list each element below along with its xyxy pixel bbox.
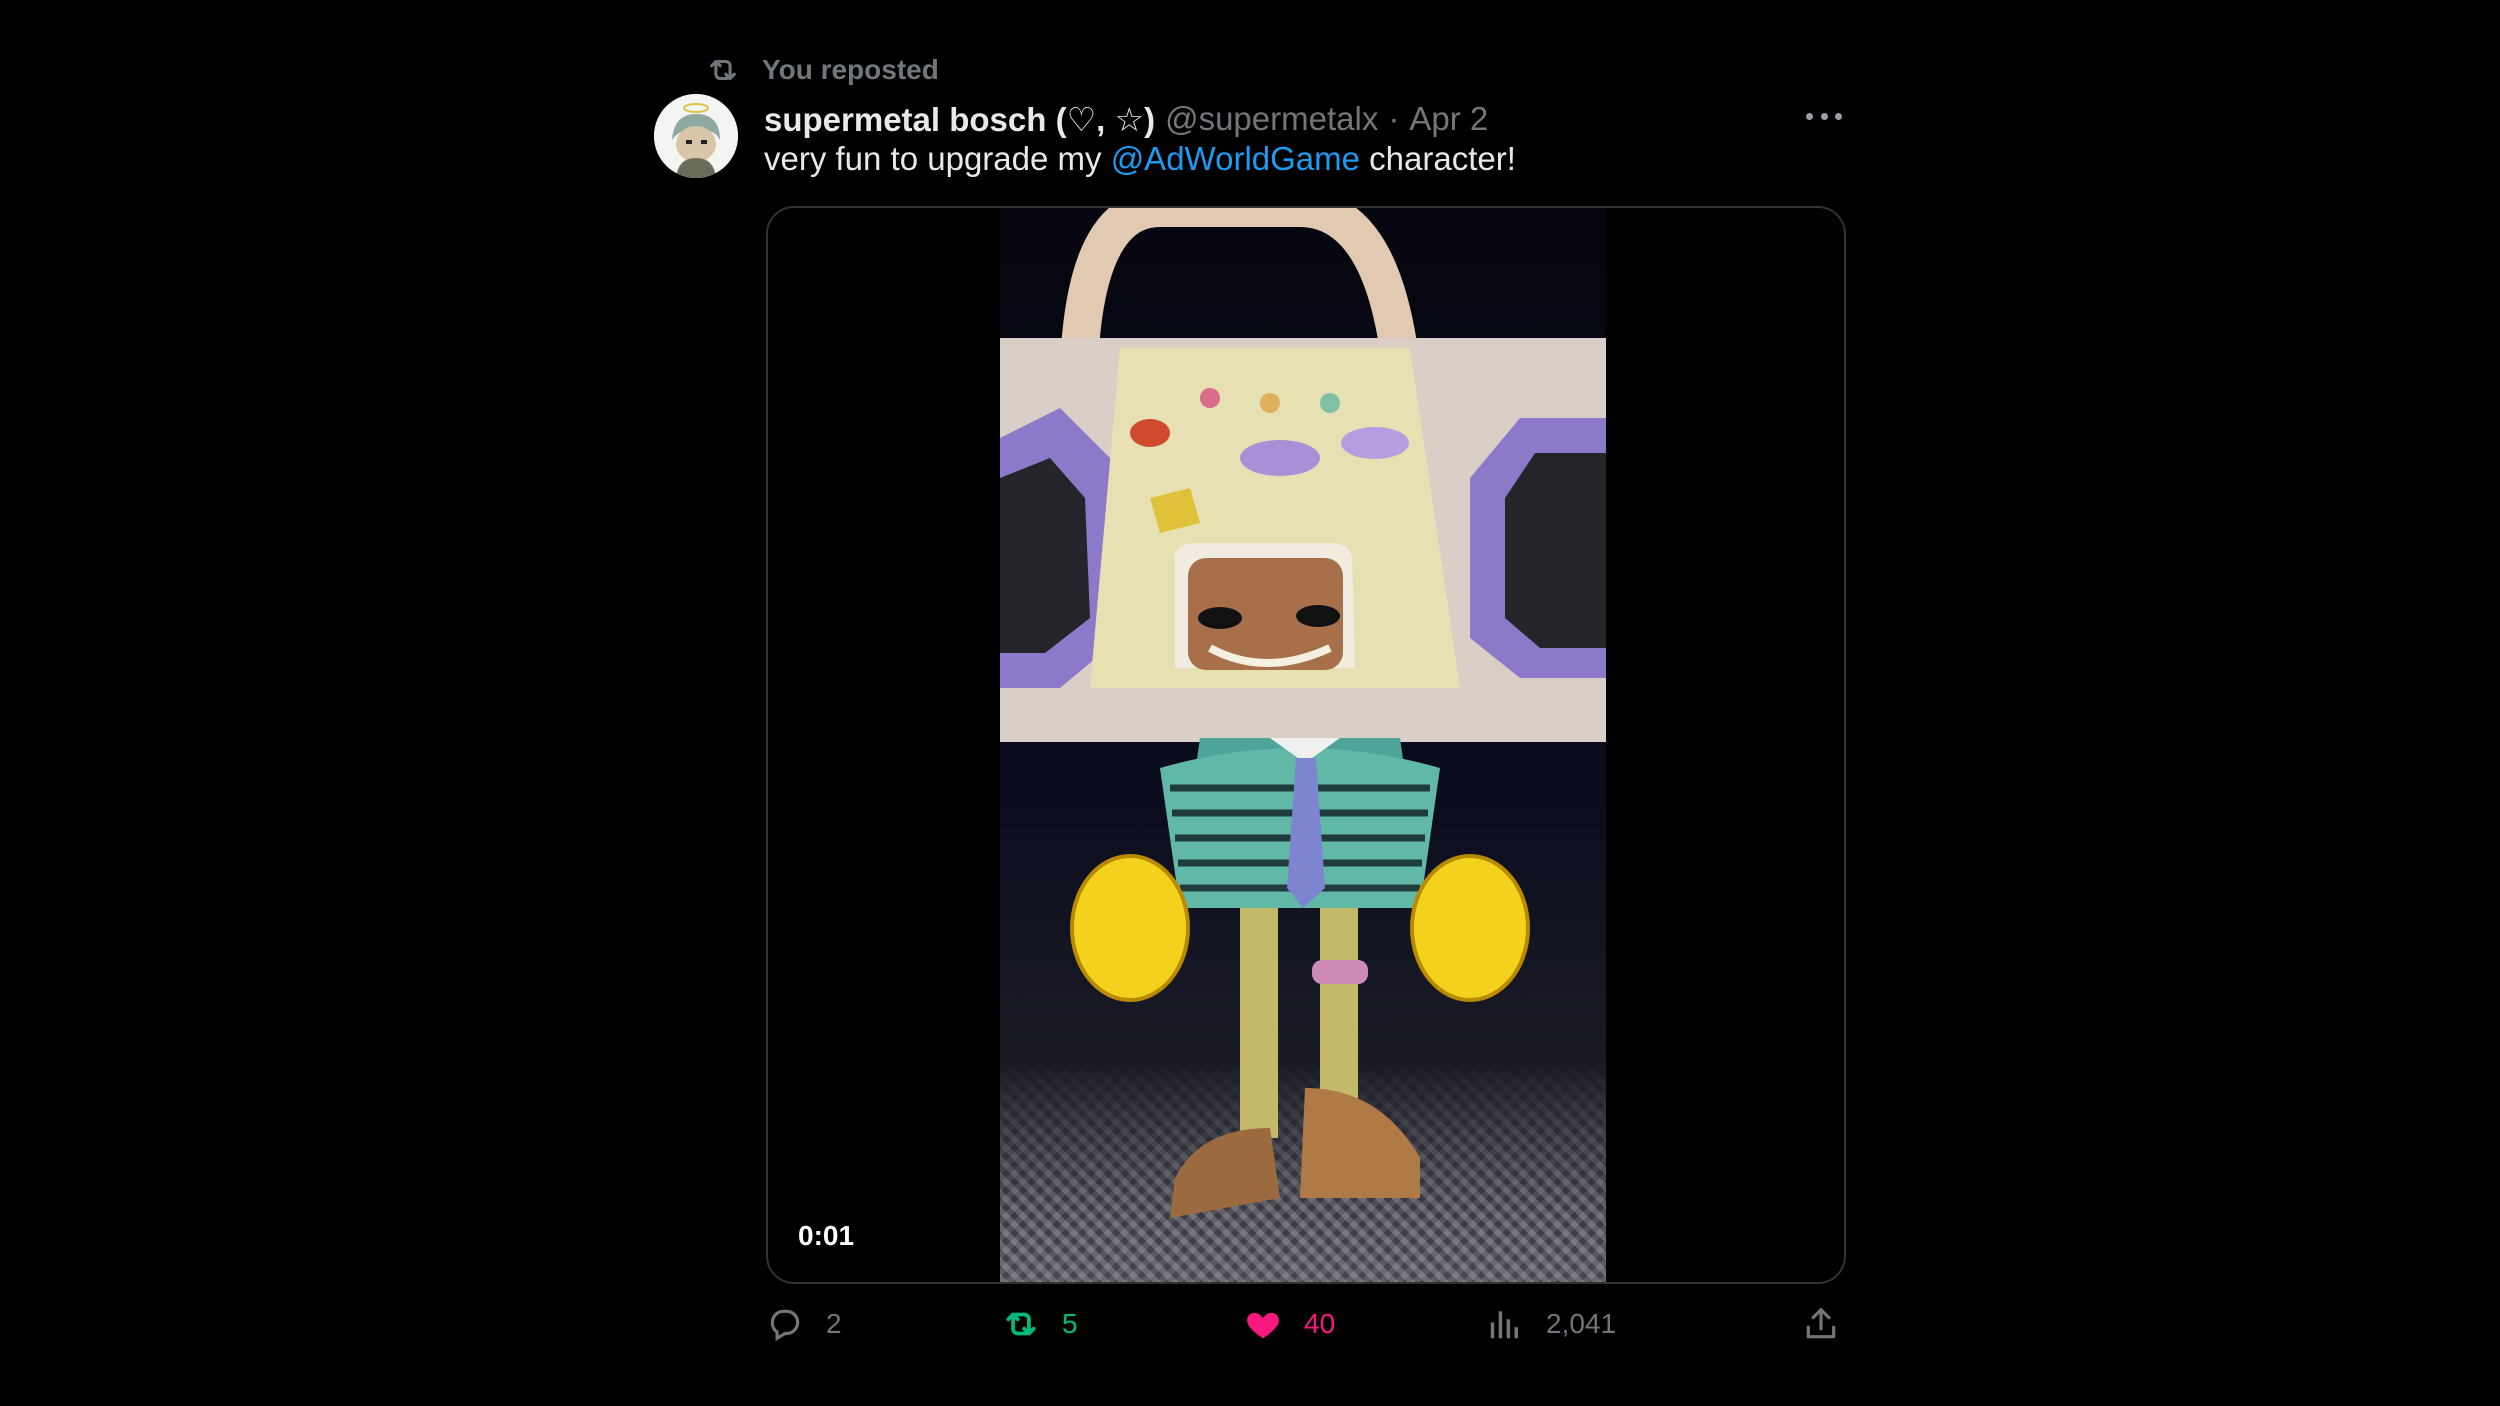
avatar[interactable]	[654, 94, 738, 178]
share-button[interactable]	[1802, 1298, 1840, 1350]
more-options-icon[interactable]	[1806, 106, 1842, 126]
tweet-text: very fun to upgrade my @AdWorldGame char…	[764, 140, 1516, 178]
heart-icon	[1247, 1312, 1279, 1339]
video-timestamp: 0:01	[798, 1220, 855, 1251]
tweet-header: supermetal bosch (♡, ☆) @supermetalx · A…	[764, 92, 1488, 146]
video-player[interactable]: 0:01	[766, 206, 1846, 1284]
action-bar: 2 5 40 2,041	[766, 1298, 1846, 1350]
author-name[interactable]: supermetal bosch (♡, ☆)	[764, 100, 1155, 139]
mention-link[interactable]: @AdWorldGame	[1111, 140, 1360, 177]
views-count: 2,041	[1546, 1308, 1617, 1339]
share-icon	[1806, 1308, 1836, 1339]
reply-button[interactable]: 2	[766, 1298, 842, 1350]
like-button[interactable]: 40	[1244, 1298, 1335, 1350]
like-count: 40	[1304, 1308, 1336, 1339]
tweet-text-end: character!	[1360, 140, 1516, 177]
repost-banner: You reposted	[706, 50, 939, 90]
tweet-text-start: very fun to upgrade my	[764, 140, 1111, 177]
post-date[interactable]: Apr 2	[1409, 100, 1488, 138]
repost-banner-label: You reposted	[762, 54, 939, 85]
reply-icon	[770, 1309, 800, 1342]
header-separator: ·	[1388, 100, 1400, 137]
author-handle[interactable]: @supermetalx	[1165, 100, 1378, 138]
views-button[interactable]: 2,041	[1486, 1298, 1616, 1350]
character-illustration	[1000, 208, 1606, 1218]
repost-count: 5	[1062, 1308, 1078, 1339]
video-frame	[1000, 208, 1606, 1282]
views-chart-icon	[1490, 1311, 1518, 1339]
repost-icon	[1006, 1312, 1036, 1336]
reply-count: 2	[826, 1308, 842, 1339]
tweet-card[interactable]: You reposted supermetal bosch (♡, ☆) @su…	[620, 36, 1876, 1372]
repost-button[interactable]: 5	[1002, 1298, 1078, 1350]
repost-icon	[710, 59, 736, 81]
